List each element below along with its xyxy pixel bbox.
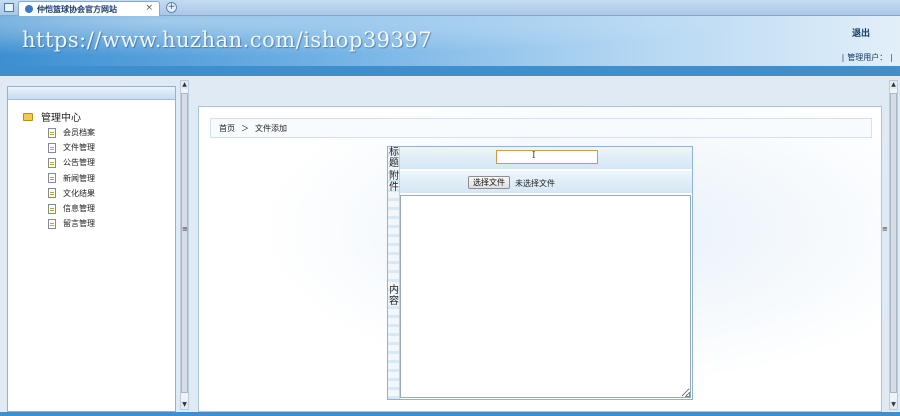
document-icon [48, 203, 56, 214]
sidebar-item-announcements[interactable]: 公告管理 [48, 155, 95, 170]
footer-band [0, 412, 900, 416]
file-status-text: 未选择文件 [515, 179, 555, 188]
title-label: 标题 [389, 147, 399, 169]
document-icon [48, 173, 56, 184]
scroll-thumb[interactable] [890, 93, 897, 393]
file-add-form: 标题 I 附件 选择文件 未选择文件 内容 [387, 146, 693, 400]
sidebar-item-information[interactable]: 信息管理 [48, 201, 95, 216]
scroll-up-icon[interactable]: ▲ [181, 81, 188, 89]
breadcrumb-separator: ＞ [241, 123, 249, 133]
attachment-label: 附件 [389, 171, 399, 193]
document-icon [48, 157, 56, 168]
browser-menu-icon[interactable] [4, 3, 14, 12]
folder-open-icon [23, 112, 33, 121]
breadcrumb: 首页 ＞ 文件添加 [210, 118, 872, 138]
splitter-grip-icon[interactable]: ≡ [882, 225, 888, 233]
document-icon [48, 127, 56, 138]
sidebar-item-messages[interactable]: 留言管理 [48, 216, 95, 231]
tree-root-label: 管理中心 [41, 113, 81, 124]
resize-grip-icon[interactable] [685, 392, 690, 397]
choose-file-button[interactable]: 选择文件 [468, 176, 510, 189]
breadcrumb-current: 文件添加 [255, 123, 287, 133]
sidebar-item-news[interactable]: 新闻管理 [48, 171, 95, 186]
scroll-down-icon[interactable]: ▼ [181, 401, 188, 409]
scroll-thumb[interactable] [181, 93, 188, 393]
browser-tab-bar: 仲恺篮球协会官方网站 × + [0, 0, 900, 16]
site-header: https://www.huzhan.com/ishop39397 退出 | 管理… [0, 16, 900, 66]
sidebar-item-file-management[interactable]: 文件管理 [48, 140, 95, 155]
scroll-up-icon[interactable]: ▲ [890, 81, 897, 89]
content-textarea[interactable] [400, 195, 691, 398]
text-cursor-icon: I [532, 151, 536, 161]
watermark-text: https://www.huzhan.com/ishop39397 [22, 28, 433, 52]
sidebar-menu: 会员档案 文件管理 公告管理 新闻管理 文化结果 信息管理 留言管理 [48, 125, 95, 231]
sidebar-scrollbar[interactable]: ▲ ▼ [180, 80, 189, 410]
tree-root-management[interactable]: 管理中心 [23, 109, 81, 124]
document-icon [48, 142, 56, 153]
main-scrollbar[interactable]: ▲ ▼ [889, 80, 898, 410]
sidebar-item-culture-results[interactable]: 文化结果 [48, 186, 95, 201]
separator: | [890, 53, 893, 62]
sidebar-item-member-files[interactable]: 会员档案 [48, 125, 95, 140]
title-input[interactable] [496, 150, 598, 164]
site-favicon-icon [25, 5, 33, 13]
scroll-down-icon[interactable]: ▼ [890, 401, 897, 409]
document-icon [48, 218, 56, 229]
browser-tab[interactable]: 仲恺篮球协会官方网站 × [18, 1, 160, 16]
splitter-grip-icon[interactable]: ≡ [182, 225, 188, 233]
close-tab-icon[interactable]: × [145, 3, 153, 13]
user-info: | 管理用户： | [839, 52, 896, 63]
current-user-label: 管理用户： [847, 53, 888, 62]
header-band [0, 66, 900, 76]
new-tab-icon[interactable]: + [166, 2, 177, 13]
sidebar: 管理中心 会员档案 文件管理 公告管理 新闻管理 文化结果 信息管理 留言管理 [7, 86, 176, 412]
browser-tab-title: 仲恺篮球协会官方网站 [37, 5, 117, 14]
content-label: 内容 [389, 285, 399, 307]
document-icon [48, 188, 56, 199]
logout-link[interactable]: 退出 [852, 26, 870, 39]
separator: | [841, 53, 845, 62]
sidebar-header [8, 87, 175, 100]
breadcrumb-home-link[interactable]: 首页 [219, 123, 235, 134]
